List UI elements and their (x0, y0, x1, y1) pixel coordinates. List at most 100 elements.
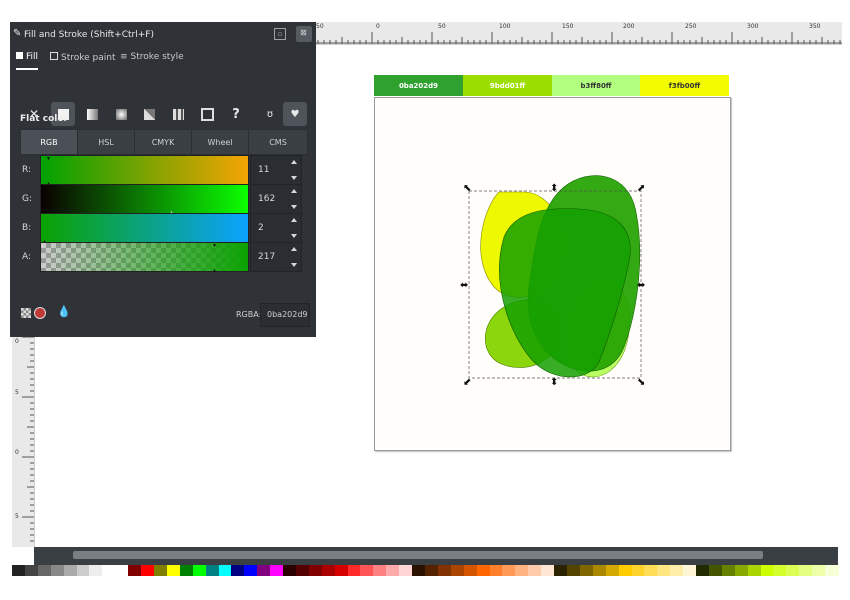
palette-color[interactable] (786, 565, 800, 576)
palette-color[interactable] (128, 565, 142, 576)
palette-color[interactable] (747, 565, 762, 576)
palette-color[interactable] (295, 565, 310, 576)
palette-color[interactable] (373, 565, 387, 576)
handle-n-icon[interactable]: ⬍ (550, 183, 558, 194)
fill-rule-nonzero-button[interactable]: ♥ (283, 102, 307, 126)
mesh-gradient-button[interactable] (137, 102, 161, 126)
palette-swatch[interactable]: 0ba202d9 (374, 75, 463, 96)
mode-tab-cmyk[interactable]: CMYK (134, 129, 192, 155)
palette-color[interactable] (386, 565, 400, 576)
palette-color[interactable] (192, 565, 207, 576)
horizontal-ruler[interactable]: 50 0 50 100 150 200 250 300 350 (312, 22, 842, 45)
palette-color[interactable] (63, 565, 78, 576)
palette-color[interactable] (476, 565, 491, 576)
handle-ne-icon[interactable]: ⬈ (637, 183, 645, 194)
tab-stroke-paint[interactable]: Stroke paint (50, 52, 116, 68)
palette-color[interactable] (721, 565, 736, 576)
handle-nw-icon[interactable]: ⬉ (463, 183, 471, 194)
palette-color[interactable] (231, 565, 245, 576)
palette-color[interactable] (244, 565, 258, 576)
palette-color[interactable] (37, 565, 52, 576)
palette-color[interactable] (502, 565, 516, 576)
palette-color[interactable] (683, 565, 697, 576)
pattern-button[interactable] (166, 102, 190, 126)
handle-sw-icon[interactable]: ⬋ (463, 377, 471, 388)
increment-icon[interactable] (291, 247, 297, 251)
palette-color[interactable] (450, 565, 465, 576)
palette-color[interactable] (321, 565, 336, 576)
mode-tab-rgb[interactable]: RGB (20, 129, 78, 155)
palette-color[interactable] (283, 565, 297, 576)
fill-rule-evenodd-button[interactable]: ʊ (258, 102, 282, 126)
vertical-ruler[interactable]: 0 5 0 5 (12, 337, 35, 547)
close-panel-button[interactable]: ⊠ (296, 26, 312, 42)
palette-color[interactable] (24, 565, 39, 576)
increment-icon[interactable] (291, 218, 297, 222)
palette-color[interactable] (708, 565, 723, 576)
increment-icon[interactable] (291, 160, 297, 164)
green-spinbox[interactable]: 162 (250, 184, 302, 214)
palette-color[interactable] (50, 565, 65, 576)
palette-swatch[interactable]: b3ff80ff (552, 75, 640, 96)
dropper-icon[interactable]: 💧 (57, 305, 71, 318)
palette-color[interactable] (618, 565, 632, 576)
mode-tab-wheel[interactable]: Wheel (191, 129, 249, 155)
palette-color[interactable] (205, 565, 219, 576)
palette-color[interactable] (308, 565, 323, 576)
palette-color[interactable] (115, 565, 129, 576)
slider-alpha[interactable]: ▾ ▴ (40, 242, 249, 274)
palette-color[interactable] (696, 565, 710, 576)
palette-color[interactable] (166, 565, 181, 576)
palette-color[interactable] (89, 565, 103, 576)
palette-color[interactable] (360, 565, 374, 576)
handle-w-icon[interactable]: ⬌ (460, 280, 468, 291)
palette-color[interactable] (437, 565, 452, 576)
palette-color[interactable] (566, 565, 581, 576)
handle-e-icon[interactable]: ⬌ (637, 280, 645, 291)
palette-color[interactable] (592, 565, 607, 576)
palette-color[interactable] (425, 565, 439, 576)
palette-color[interactable] (528, 565, 542, 576)
palette-color[interactable] (412, 565, 426, 576)
palette-color[interactable] (541, 565, 555, 576)
rgba-input[interactable]: 0ba202d9 (260, 303, 310, 327)
palette-color[interactable] (605, 565, 620, 576)
palette-color[interactable] (270, 565, 284, 576)
red-spinbox[interactable]: 11 (250, 155, 302, 185)
palette-swatch[interactable]: f3fb00ff (640, 75, 729, 96)
tab-fill[interactable]: Fill (16, 52, 39, 70)
mode-tab-cms[interactable]: CMS (248, 129, 308, 155)
handle-s-icon[interactable]: ⬍ (550, 377, 558, 388)
unset-paint-button[interactable]: ? (224, 102, 248, 126)
linear-gradient-button[interactable] (80, 102, 104, 126)
radial-gradient-button[interactable] (109, 102, 133, 126)
mode-tab-hsl[interactable]: HSL (77, 129, 135, 155)
palette-color[interactable] (76, 565, 90, 576)
slider-green[interactable]: ▴ (40, 184, 249, 216)
palette-color[interactable] (554, 565, 568, 576)
palette-color[interactable] (773, 565, 787, 576)
palette-swatch[interactable]: 9bdd01ff (463, 75, 552, 96)
palette-color[interactable] (153, 565, 168, 576)
palette-color[interactable] (141, 565, 155, 576)
handle-se-icon[interactable]: ⬊ (637, 377, 645, 388)
decrement-icon[interactable] (291, 205, 297, 209)
palette-color[interactable] (12, 565, 26, 576)
palette-color[interactable] (657, 565, 671, 576)
palette-color[interactable] (579, 565, 594, 576)
decrement-icon[interactable] (291, 176, 297, 180)
decrement-icon[interactable] (291, 234, 297, 238)
palette-color[interactable] (334, 565, 349, 576)
palette-color[interactable] (257, 565, 271, 576)
increment-icon[interactable] (291, 189, 297, 193)
slider-blue[interactable]: ▴ (40, 213, 249, 245)
blue-spinbox[interactable]: 2 (250, 213, 302, 243)
palette-color[interactable] (825, 565, 839, 576)
swatch-button[interactable] (195, 102, 219, 126)
decrement-icon[interactable] (291, 263, 297, 267)
slider-red[interactable]: ▾ ▴ (40, 155, 249, 187)
palette-color[interactable] (218, 565, 232, 576)
palette-color[interactable] (179, 565, 194, 576)
palette-color[interactable] (463, 565, 478, 576)
scrollbar-thumb[interactable] (73, 551, 763, 559)
